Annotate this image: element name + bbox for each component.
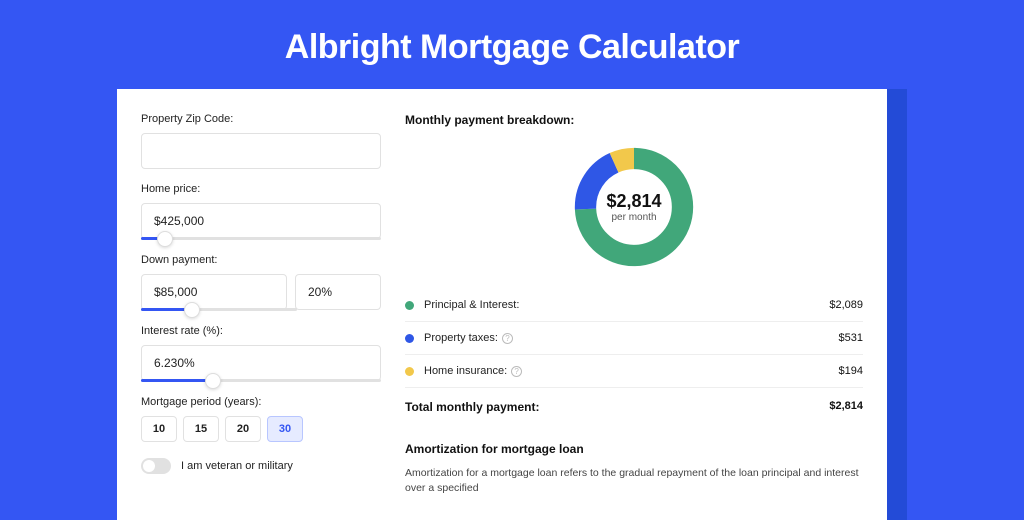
inputs-column: Property Zip Code: Home price: Down paym… [141,113,381,496]
donut-wrap: $2,814 per month [405,143,863,271]
total-value: $2,814 [829,400,863,414]
period-label: Mortgage period (years): [141,396,381,408]
legend-dot-principal [405,301,414,310]
home-price-slider[interactable] [141,237,381,240]
breakdown-column: Monthly payment breakdown: $2,814 per mo… [405,113,863,496]
period-option-10[interactable]: 10 [141,416,177,442]
panel-shadow: Property Zip Code: Home price: Down paym… [117,89,907,520]
total-label: Total monthly payment: [405,400,829,414]
info-icon[interactable]: ? [511,366,522,377]
down-payment-percent-input[interactable] [295,274,381,310]
zip-input[interactable] [141,133,381,169]
down-payment-label: Down payment: [141,254,381,266]
amortization-title: Amortization for mortgage loan [405,442,863,456]
veteran-toggle[interactable] [141,458,171,474]
breakdown-title: Monthly payment breakdown: [405,113,863,127]
legend-dot-insurance [405,367,414,376]
info-icon[interactable]: ? [502,333,513,344]
interest-rate-label: Interest rate (%): [141,325,381,337]
period-option-30[interactable]: 30 [267,416,303,442]
legend-dot-taxes [405,334,414,343]
period-option-20[interactable]: 20 [225,416,261,442]
zip-field: Property Zip Code: [141,113,381,169]
legend-label-principal: Principal & Interest: [424,299,829,311]
legend-value-taxes: $531 [839,332,863,344]
slider-thumb[interactable] [205,373,221,389]
donut-center: $2,814 per month [570,143,698,271]
home-price-input[interactable] [141,203,381,239]
legend-text: Principal & Interest: [424,299,519,311]
slider-fill [141,379,213,382]
legend-text: Home insurance: [424,365,507,377]
payment-donut-chart: $2,814 per month [570,143,698,271]
donut-sub: per month [611,212,656,223]
legend-value-insurance: $194 [839,365,863,377]
toggle-knob [143,460,155,472]
interest-rate-slider[interactable] [141,379,381,382]
legend-row-principal: Principal & Interest: $2,089 [405,289,863,322]
slider-thumb[interactable] [184,302,200,318]
home-price-label: Home price: [141,183,381,195]
veteran-label: I am veteran or military [181,460,293,472]
legend-value-principal: $2,089 [829,299,863,311]
interest-rate-field: Interest rate (%): [141,325,381,382]
legend-text: Property taxes: [424,332,498,344]
period-option-15[interactable]: 15 [183,416,219,442]
home-price-field: Home price: [141,183,381,240]
period-field: Mortgage period (years): 10 15 20 30 [141,396,381,442]
zip-label: Property Zip Code: [141,113,381,125]
down-payment-field: Down payment: [141,254,381,311]
down-payment-amount-input[interactable] [141,274,287,310]
period-options: 10 15 20 30 [141,416,381,442]
amortization-text: Amortization for a mortgage loan refers … [405,466,863,496]
veteran-row: I am veteran or military [141,458,381,474]
legend-row-insurance: Home insurance: ? $194 [405,355,863,388]
donut-amount: $2,814 [606,191,661,212]
total-row: Total monthly payment: $2,814 [405,388,863,428]
legend-label-taxes: Property taxes: ? [424,332,839,344]
page-title: Albright Mortgage Calculator [0,0,1024,89]
legend-row-taxes: Property taxes: ? $531 [405,322,863,355]
interest-rate-input[interactable] [141,345,381,381]
down-payment-slider[interactable] [141,308,297,311]
slider-thumb[interactable] [157,231,173,247]
legend-label-insurance: Home insurance: ? [424,365,839,377]
calculator-panel: Property Zip Code: Home price: Down paym… [117,89,887,520]
